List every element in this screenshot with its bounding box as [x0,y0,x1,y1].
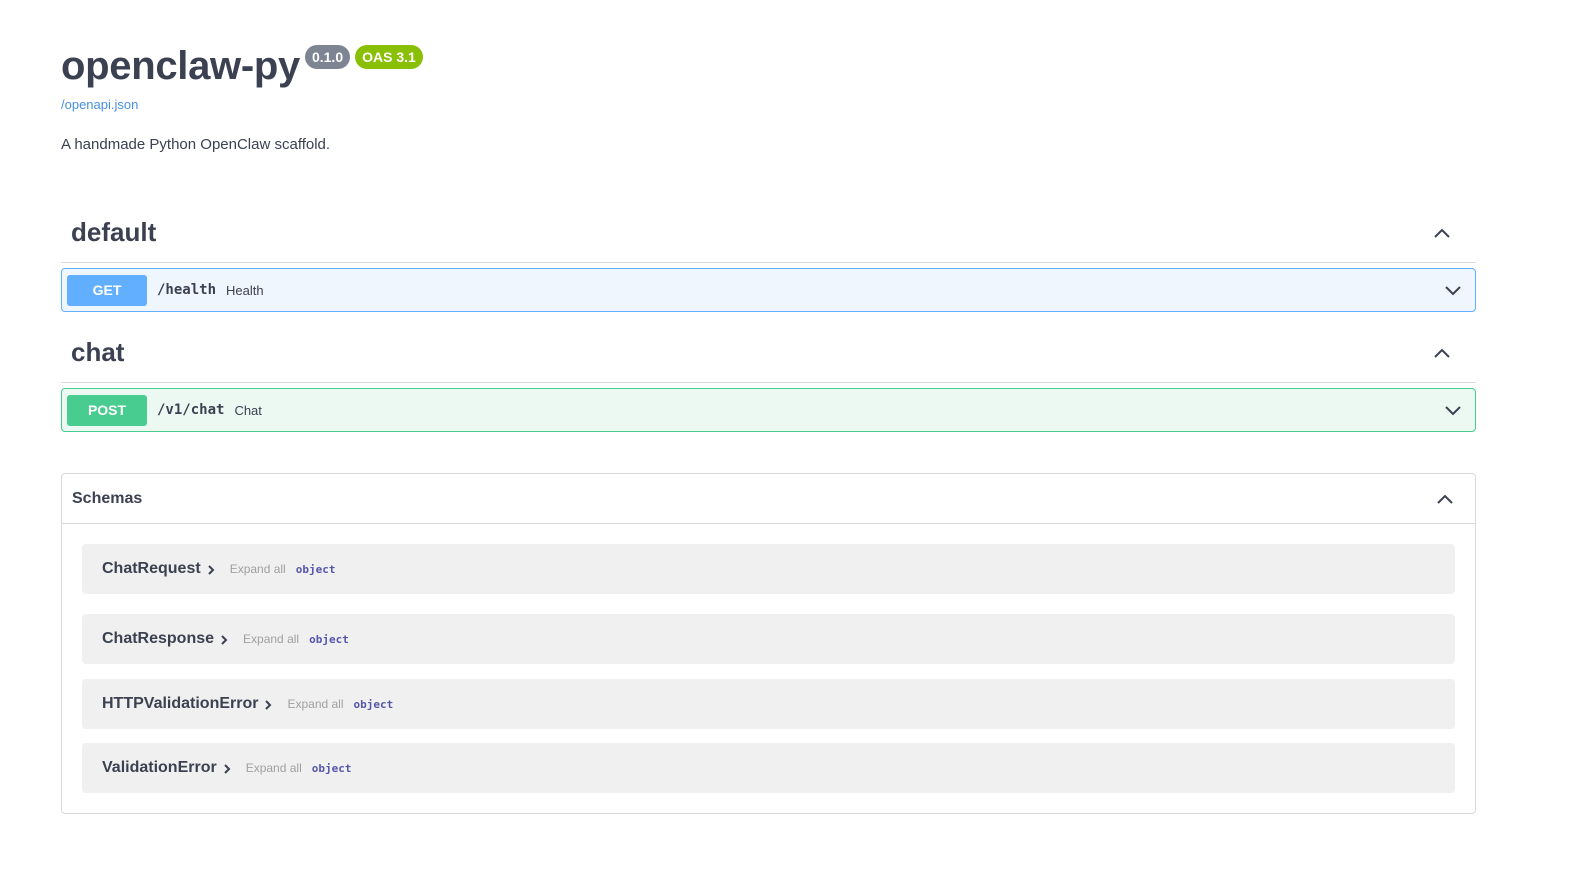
chevron-right-icon[interactable] [222,761,232,775]
schemas-header[interactable]: Schemas [62,474,1475,524]
chevron-right-icon[interactable] [206,562,216,576]
model-container[interactable]: ChatRequest Expand all object [82,544,1455,594]
schemas-section: Schemas ChatRequest Expand all object Ch… [61,473,1476,814]
tag-header-chat[interactable]: chat [61,323,1476,383]
expand-all-button[interactable]: Expand all [287,697,343,711]
operation-post-chat[interactable]: POST /v1/chat Chat [61,388,1476,432]
chevron-up-icon[interactable] [1432,343,1452,363]
operation-get-health[interactable]: GET /health Health [61,268,1476,312]
expand-all-button[interactable]: Expand all [243,632,299,646]
method-badge: GET [67,274,147,306]
chevron-down-icon[interactable] [1443,281,1463,301]
swagger-ui: openclaw-py 0.1.0 OAS 3.1 /openapi.json … [0,0,1573,891]
operation-path: /health [157,282,217,298]
api-description: A handmade Python OpenClaw scaffold. [61,136,331,153]
tag-name: default [71,217,157,247]
expand-all-button[interactable]: Expand all [246,761,302,775]
operation-path: /v1/chat [157,402,225,418]
model-type: object [309,632,349,646]
model-type: object [295,562,336,576]
title-row: openclaw-py 0.1.0 OAS 3.1 [61,40,423,92]
chevron-right-icon[interactable] [263,697,273,711]
model-name[interactable]: ValidationError [102,759,217,777]
model-container[interactable]: ChatResponse Expand all object [82,614,1455,664]
expand-all-button[interactable]: Expand all [230,562,286,576]
tag-section-default: default GET /health Health [61,203,1476,312]
chevron-down-icon[interactable] [1443,401,1463,421]
tag-section-chat: chat POST /v1/chat Chat [61,323,1476,432]
chevron-up-icon[interactable] [1435,489,1455,509]
openapi-spec-link[interactable]: /openapi.json [61,97,423,112]
api-title: openclaw-py [61,44,300,88]
model-container[interactable]: HTTPValidationError Expand all object [82,679,1455,729]
model-name[interactable]: HTTPValidationError [102,695,258,713]
oas-badge: OAS 3.1 [355,45,423,69]
model-type: object [311,761,352,775]
chevron-up-icon[interactable] [1432,223,1452,243]
schemas-title: Schemas [72,489,143,507]
method-badge: POST [67,394,147,426]
chevron-right-icon[interactable] [219,632,229,646]
model-container[interactable]: ValidationError Expand all object [82,743,1455,793]
operation-summary: Chat [234,402,262,418]
model-type: object [353,697,394,711]
operation-summary: Health [226,282,264,298]
version-badge: 0.1.0 [304,45,351,69]
model-name[interactable]: ChatRequest [102,560,201,578]
tag-name: chat [71,337,125,367]
model-name[interactable]: ChatResponse [102,630,214,648]
tag-header-default[interactable]: default [61,203,1476,263]
api-info: openclaw-py 0.1.0 OAS 3.1 /openapi.json … [61,40,423,153]
